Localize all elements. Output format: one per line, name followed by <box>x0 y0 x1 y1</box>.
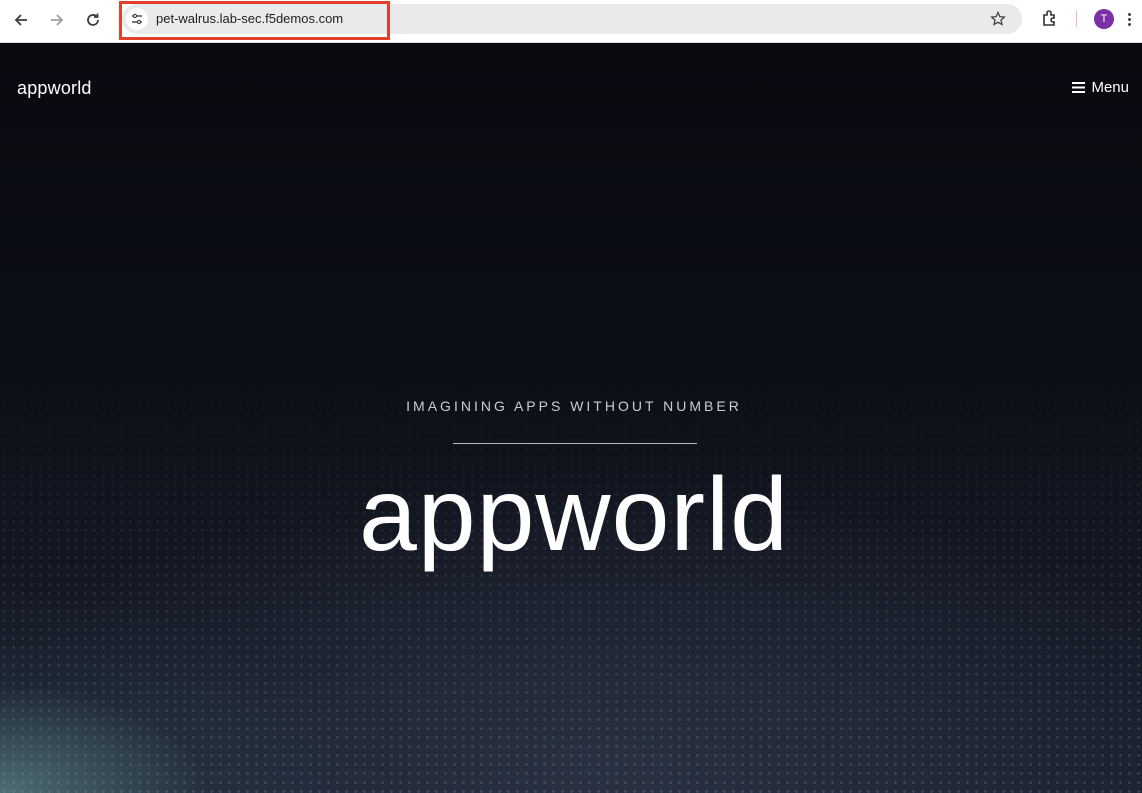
extensions-button[interactable] <box>1039 7 1061 29</box>
hero-section: appworld Menu IMAGINING APPS WITHOUT NUM… <box>0 43 1142 793</box>
menu-button[interactable]: Menu <box>1072 79 1129 96</box>
star-icon <box>990 11 1006 26</box>
dot-icon <box>1127 12 1131 16</box>
back-arrow-icon <box>14 14 27 26</box>
reload-icon <box>87 13 99 26</box>
divider <box>453 443 697 444</box>
dot-icon <box>1127 22 1131 26</box>
more-options-button[interactable] <box>1122 9 1136 29</box>
profile-avatar[interactable]: T <box>1094 9 1114 29</box>
forward-arrow-icon <box>51 14 64 26</box>
menu-label: Menu <box>1091 79 1129 96</box>
browser-toolbar: pet-walrus.lab-sec.f5demos.com T <box>0 0 1142 43</box>
toolbar-separator <box>1076 11 1077 27</box>
hero-title: appworld <box>358 457 790 573</box>
hamburger-icon <box>1072 82 1086 93</box>
dot-wave-background <box>0 373 1142 793</box>
forward-button[interactable] <box>43 6 71 34</box>
dot-icon <box>1127 17 1131 21</box>
puzzle-icon <box>1043 10 1055 26</box>
site-logo[interactable]: appworld <box>17 78 92 99</box>
back-button[interactable] <box>7 6 35 34</box>
bookmark-button[interactable] <box>988 9 1008 29</box>
reload-button[interactable] <box>79 6 107 34</box>
hero-tagline: IMAGINING APPS WITHOUT NUMBER <box>406 398 742 414</box>
url-highlight-box <box>119 1 390 40</box>
